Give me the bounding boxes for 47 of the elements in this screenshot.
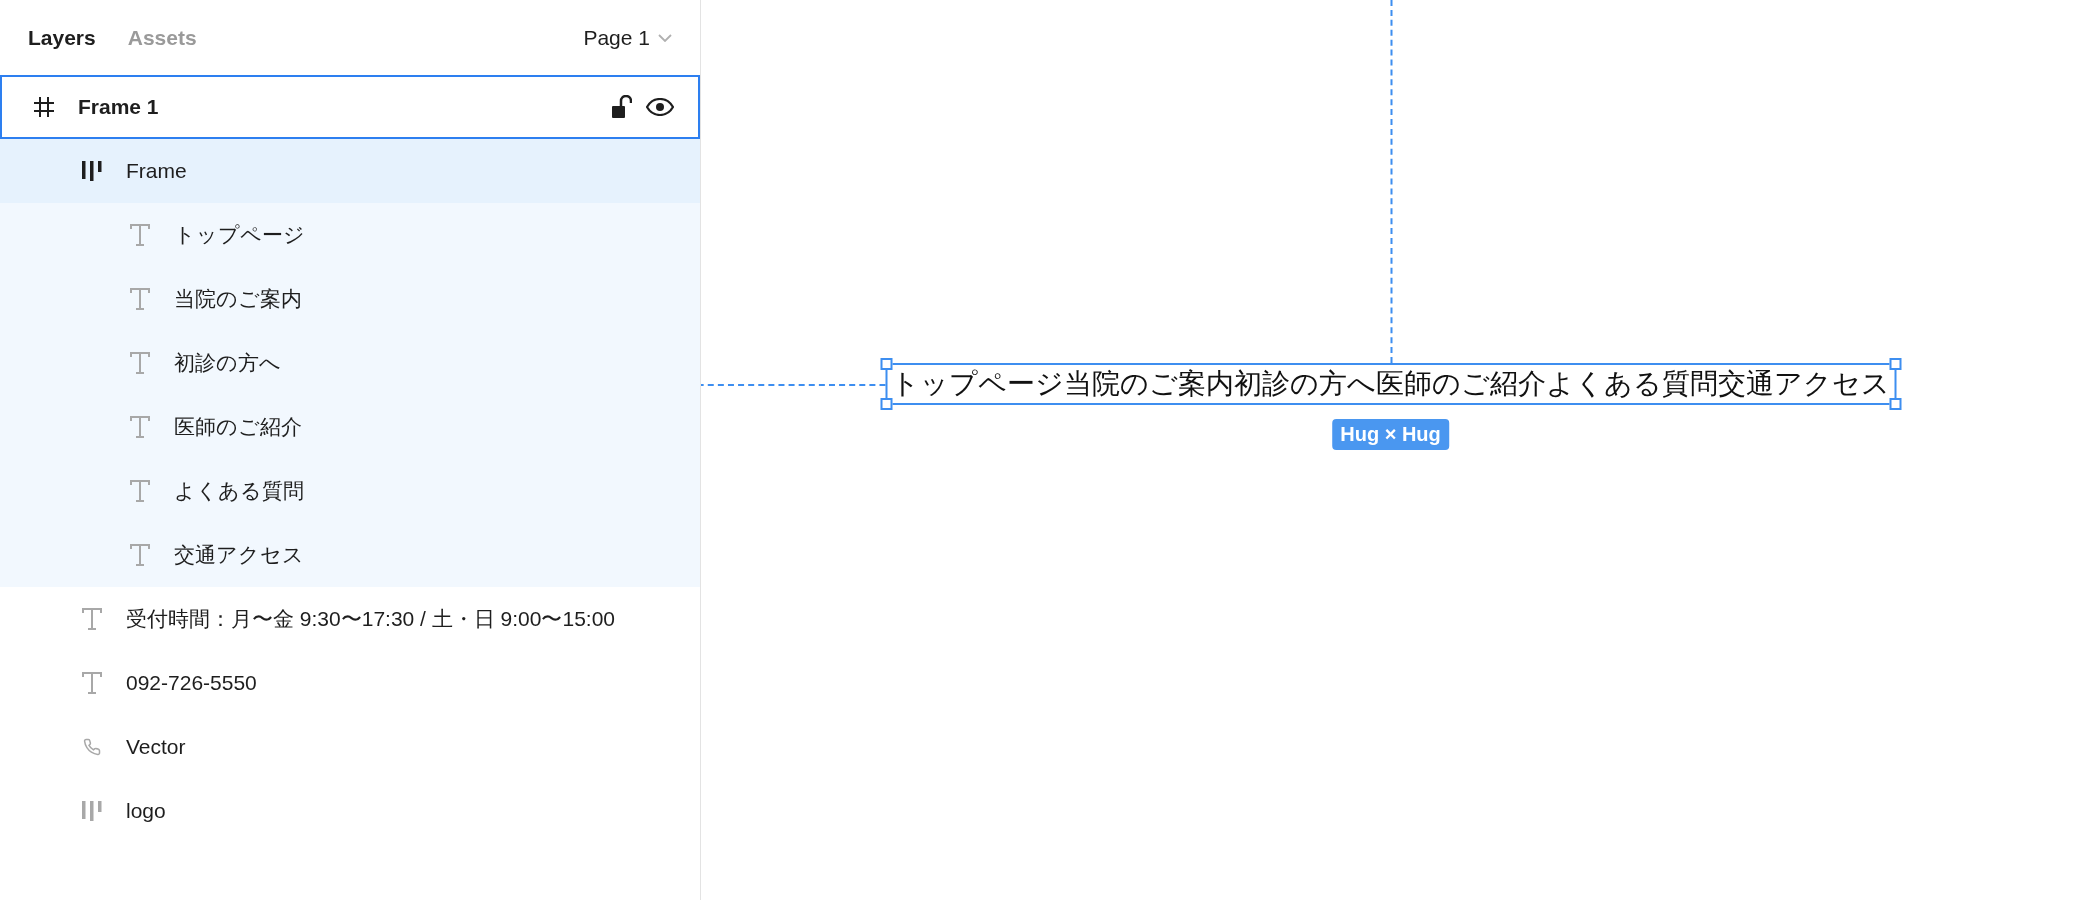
text-icon [130, 544, 150, 566]
layer-name: 当院のご案内 [174, 286, 302, 312]
resize-handle[interactable] [880, 358, 892, 370]
eye-icon[interactable] [646, 98, 674, 116]
layer-row[interactable]: 092-726-5550 [0, 651, 700, 715]
resize-handle[interactable] [880, 398, 892, 410]
layer-name: トップページ [174, 222, 305, 248]
layer-row[interactable]: Frame [0, 139, 700, 203]
frame-icon [33, 96, 55, 118]
layer-row[interactable]: 医師のご紹介 [0, 395, 700, 459]
layer-name: Frame [126, 159, 187, 183]
text-icon [130, 288, 150, 310]
layer-name: 医師のご紹介 [174, 414, 302, 440]
layer-row[interactable]: 交通アクセス [0, 523, 700, 587]
size-badge: Hug × Hug [1332, 419, 1449, 450]
layer-name: よくある質問 [174, 478, 304, 504]
text-icon [130, 480, 150, 502]
layer-row[interactable]: よくある質問 [0, 459, 700, 523]
chevron-down-icon [658, 33, 672, 42]
layer-row[interactable]: Vector [0, 715, 700, 779]
layer-name: 受付時間：月〜金 9:30〜17:30 / 土・日 9:00〜15:00 [126, 606, 616, 632]
unlock-icon[interactable] [612, 95, 632, 119]
layer-name: 初診の方へ [174, 350, 281, 376]
layer-row[interactable]: Frame 1 [0, 75, 700, 139]
columns-icon [81, 161, 103, 181]
layer-name: 092-726-5550 [126, 671, 257, 695]
resize-handle[interactable] [1889, 398, 1901, 410]
columns-icon [81, 801, 103, 821]
selected-text-layer[interactable]: トップページ当院のご案内初診の方へ医師のご紹介よくある質問交通アクセス [885, 363, 1896, 405]
layer-row[interactable]: logo [0, 779, 700, 843]
text-icon [130, 416, 150, 438]
text-icon [130, 352, 150, 374]
layer-row[interactable]: 当院のご案内 [0, 267, 700, 331]
resize-handle[interactable] [1889, 358, 1901, 370]
text-icon [130, 224, 150, 246]
phone-icon [83, 738, 101, 756]
text-icon [82, 608, 102, 630]
panel-tab[interactable]: Layers [28, 25, 96, 50]
page-dropdown[interactable]: Page 1 [583, 25, 672, 50]
layer-name: Vector [126, 735, 186, 759]
layer-row[interactable]: 受付時間：月〜金 9:30〜17:30 / 土・日 9:00〜15:00 [0, 587, 700, 651]
text-icon [82, 672, 102, 694]
layer-row[interactable]: トップページ [0, 203, 700, 267]
layer-row[interactable]: 初診の方へ [0, 331, 700, 395]
layer-name: Frame 1 [78, 95, 159, 119]
layer-name: 交通アクセス [174, 542, 304, 568]
layer-name: logo [126, 799, 166, 823]
